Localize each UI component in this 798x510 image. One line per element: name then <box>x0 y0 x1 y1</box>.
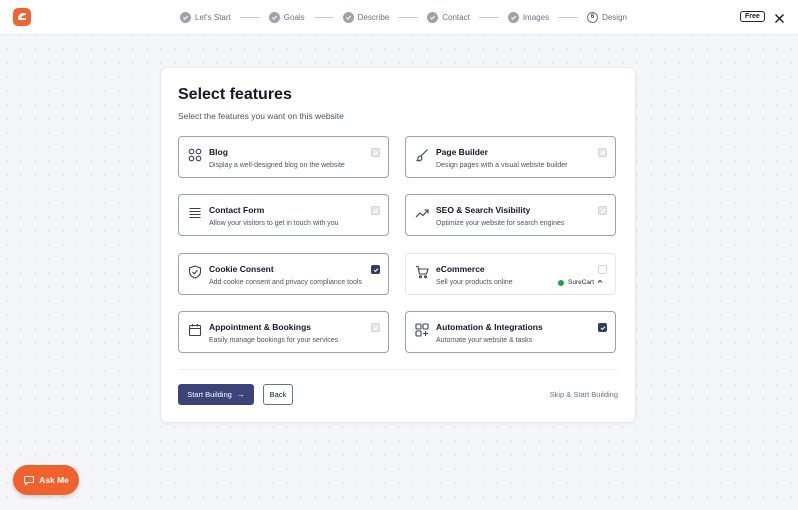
surecart-logo-icon <box>557 279 564 286</box>
feature-description: Display a well-designed blog on the webs… <box>209 162 345 169</box>
feature-name: Cookie Consent <box>209 264 274 274</box>
chevron-up-icon <box>597 279 603 286</box>
top-bar: Let's Start Goals Describe Contact Image… <box>0 0 798 35</box>
brush-icon <box>415 148 429 162</box>
feature-seo[interactable]: SEO & Search Visibility Optimize your we… <box>405 194 616 236</box>
step-label: Let's Start <box>195 12 231 22</box>
feature-appointment-bookings[interactable]: Appointment & Bookings Easily manage boo… <box>178 311 389 353</box>
feature-ecommerce[interactable]: eCommerce Sell your products online Sure… <box>405 253 616 295</box>
feature-name: Page Builder <box>436 147 488 157</box>
step-connector <box>558 16 579 18</box>
start-building-button[interactable]: Start Building → <box>178 384 254 405</box>
feature-cookie-consent[interactable]: Cookie Consent Add cookie consent and pr… <box>178 253 389 295</box>
step-connector <box>398 16 419 18</box>
app-logo-icon[interactable] <box>13 8 31 26</box>
step-label: Design <box>602 12 627 22</box>
page-subtitle: Select the features you want on this web… <box>178 111 344 121</box>
step-describe[interactable]: Describe <box>342 11 390 23</box>
feature-name: Appointment & Bookings <box>209 322 311 332</box>
feature-checkbox[interactable] <box>598 265 607 274</box>
progress-stepper: Let's Start Goals Describe Contact Image… <box>180 10 627 24</box>
start-building-label: Start Building <box>187 390 232 399</box>
feature-description: Easily manage bookings for your services <box>209 337 339 344</box>
check-circle-icon <box>427 11 439 23</box>
features-card: Select features Select the features you … <box>161 68 635 422</box>
step-label: Goals <box>283 12 305 22</box>
feature-description: Optimize your website for search engines <box>436 220 565 227</box>
feature-checkbox[interactable] <box>598 323 607 332</box>
check-circle-icon <box>268 11 280 23</box>
step-images[interactable]: Images <box>507 11 550 23</box>
provider-selector[interactable]: SureCart <box>557 279 603 286</box>
feature-name: SEO & Search Visibility <box>436 205 531 215</box>
step-label: Contact <box>442 12 470 22</box>
check-circle-icon <box>180 11 191 23</box>
feature-name: eCommerce <box>436 264 485 274</box>
provider-name: SureCart <box>567 279 594 286</box>
plan-badge: Free <box>740 11 765 22</box>
feature-automation-integrations[interactable]: Automation & Integrations Automate your … <box>405 311 616 353</box>
step-connector <box>478 16 499 18</box>
step-design[interactable]: 6 Design <box>587 11 627 23</box>
footer-divider <box>178 369 618 370</box>
feature-blog[interactable]: Blog Display a well-designed blog on the… <box>178 136 389 178</box>
shield-check-icon <box>188 265 202 279</box>
cart-icon <box>415 265 429 279</box>
feature-checkbox[interactable] <box>371 148 380 157</box>
calendar-icon <box>188 323 202 337</box>
trend-up-icon <box>415 206 429 220</box>
step-label: Describe <box>357 12 390 22</box>
check-circle-icon <box>342 11 354 23</box>
step-number: 6 <box>587 11 599 23</box>
step-lets-start[interactable]: Let's Start <box>180 11 231 23</box>
skip-start-building-link[interactable]: Skip & Start Building <box>550 390 618 399</box>
feature-description: Design pages with a visual website build… <box>436 162 568 169</box>
feature-description: Sell your products online <box>436 279 513 286</box>
check-circle-icon <box>507 11 519 23</box>
ask-me-button[interactable]: Ask Me <box>13 465 79 495</box>
step-label: Images <box>522 12 550 22</box>
feature-checkbox[interactable] <box>371 265 380 274</box>
feature-description: Allow your visitors to get in touch with… <box>209 220 339 227</box>
step-goals[interactable]: Goals <box>268 11 305 23</box>
ask-me-label: Ask Me <box>39 475 69 485</box>
step-contact[interactable]: Contact <box>427 11 470 23</box>
feature-checkbox[interactable] <box>371 206 380 215</box>
close-icon[interactable] <box>774 11 785 23</box>
arrow-right-icon: → <box>236 390 245 399</box>
feature-name: Blog <box>209 147 228 157</box>
feature-description: Automate your website & tasks <box>436 337 533 344</box>
back-button[interactable]: Back <box>263 384 293 405</box>
feature-description: Add cookie consent and privacy complianc… <box>209 279 362 286</box>
feature-name: Contact Form <box>209 205 265 215</box>
form-lines-icon <box>188 206 202 220</box>
feature-checkbox[interactable] <box>371 323 380 332</box>
grid-icon <box>188 148 202 162</box>
step-connector <box>313 16 334 18</box>
feature-contact-form[interactable]: Contact Form Allow your visitors to get … <box>178 194 389 236</box>
chat-bubble-icon <box>24 475 35 486</box>
step-connector <box>239 16 260 18</box>
feature-name: Automation & Integrations <box>436 322 543 332</box>
page-title: Select features <box>178 86 292 103</box>
feature-page-builder[interactable]: Page Builder Design pages with a visual … <box>405 136 616 178</box>
feature-checkbox[interactable] <box>598 148 607 157</box>
apps-plus-icon <box>415 323 429 337</box>
feature-checkbox[interactable] <box>598 206 607 215</box>
